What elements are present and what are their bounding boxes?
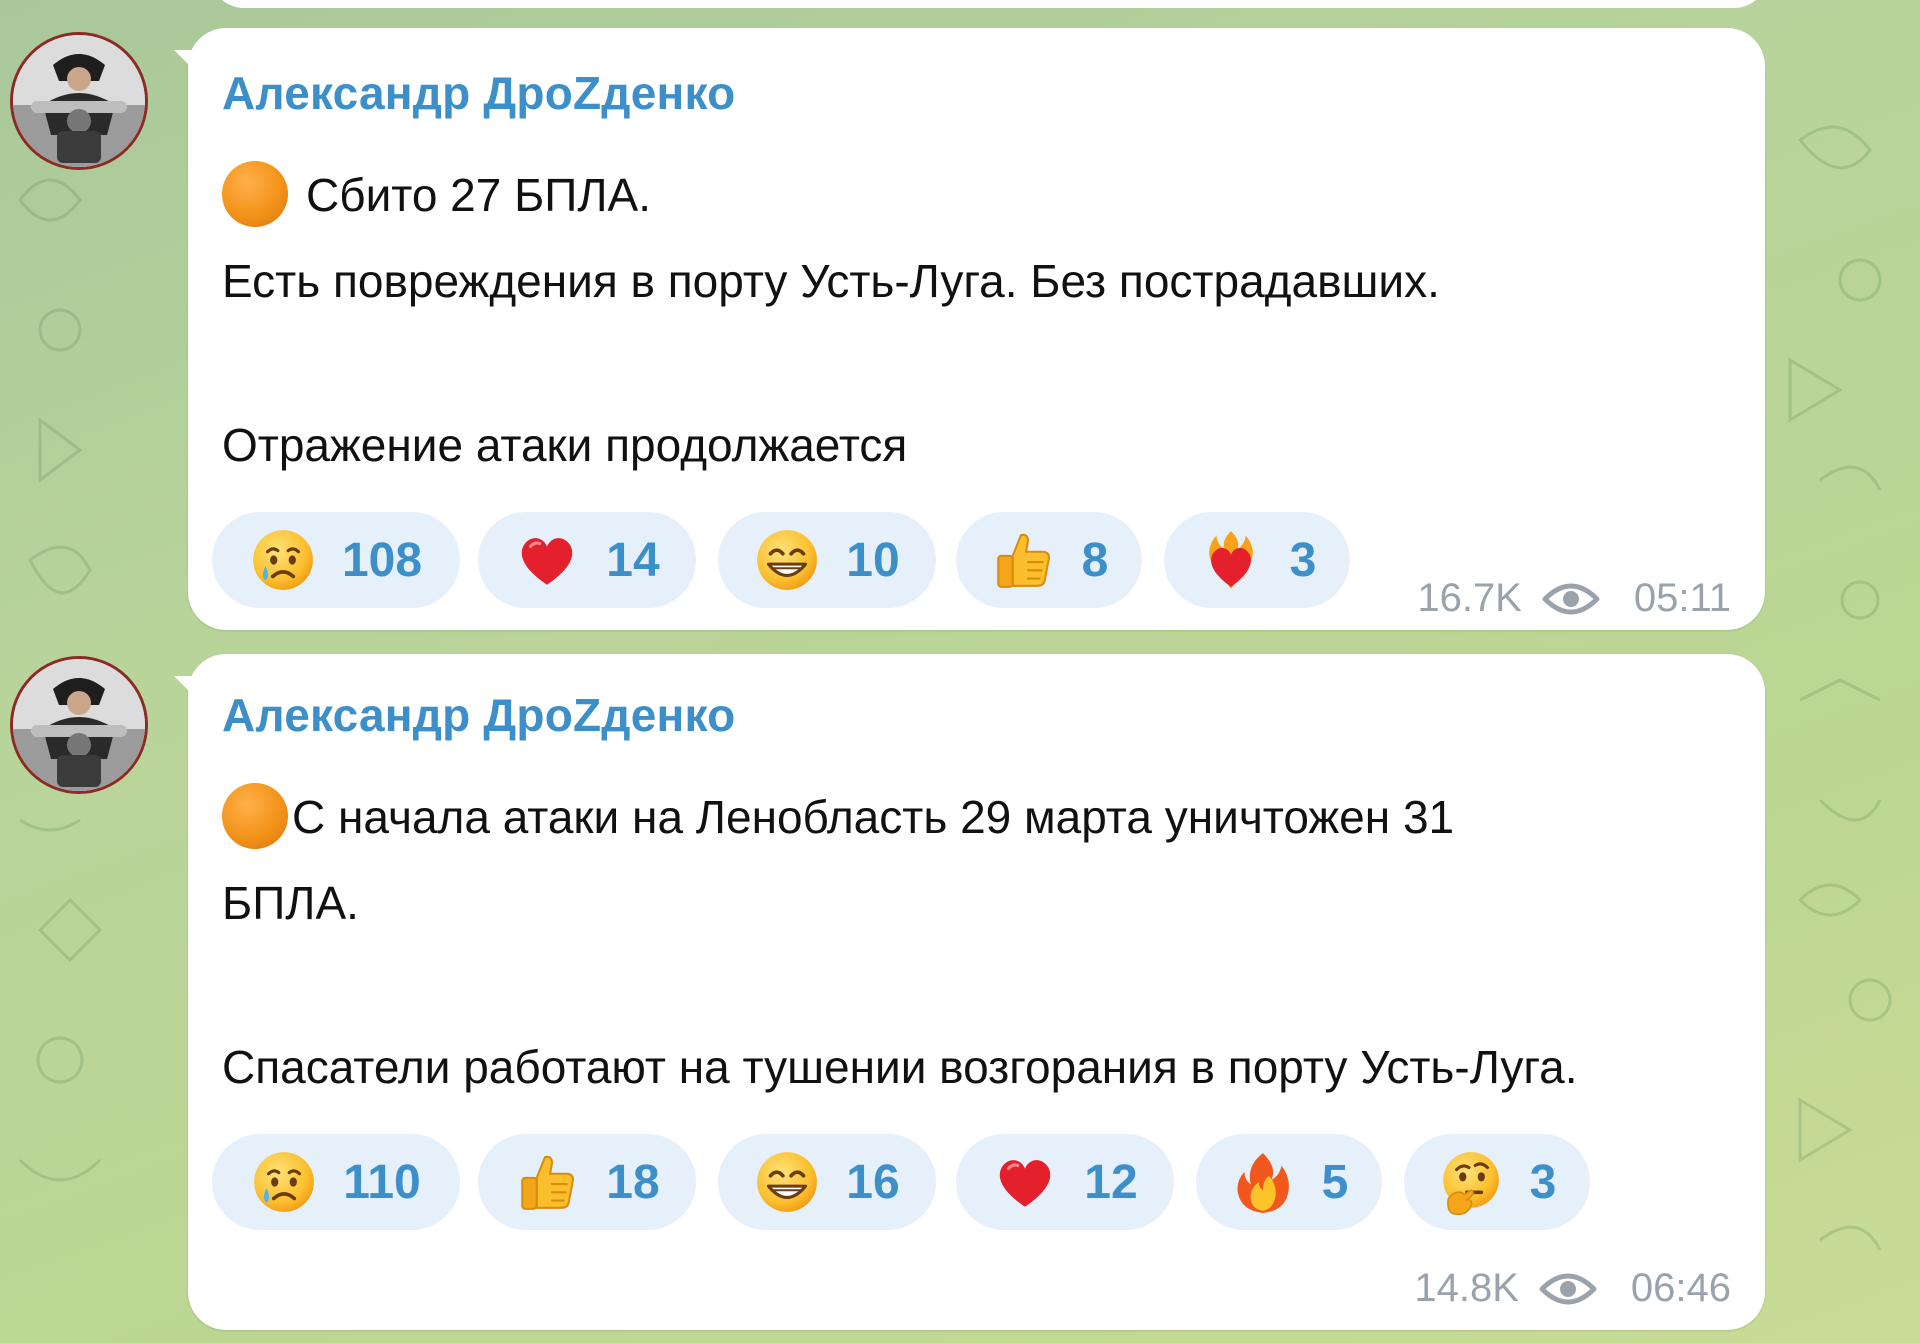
- reaction-count: 16: [846, 1155, 900, 1209]
- grinning-face-icon: [754, 527, 820, 593]
- reaction-count: 3: [1529, 1155, 1557, 1209]
- reaction-button[interactable]: 16: [718, 1134, 936, 1230]
- reaction-count: 8: [1081, 533, 1109, 587]
- bubble-tail: [174, 676, 204, 706]
- message-text-line: Спасатели работают на тушении возгорания…: [222, 1041, 1578, 1093]
- crying-face-icon: [251, 1149, 317, 1215]
- eye-icon: [1539, 1269, 1597, 1309]
- channel-avatar[interactable]: [10, 32, 148, 170]
- reaction-button[interactable]: 110: [212, 1134, 460, 1230]
- reaction-count: 110: [343, 1155, 421, 1209]
- message-time: 06:46: [1630, 1266, 1731, 1310]
- reaction-button[interactable]: 8: [956, 512, 1142, 608]
- reaction-count: 108: [341, 533, 423, 587]
- previous-message-bubble-edge: [210, 0, 1768, 8]
- message-text-line: Отражение атаки продолжается: [222, 419, 908, 471]
- reaction-button[interactable]: 108: [212, 512, 460, 608]
- reaction-count: 18: [606, 1155, 660, 1209]
- reaction-button[interactable]: 3: [1404, 1134, 1590, 1230]
- reaction-count: 3: [1289, 533, 1317, 587]
- message-meta: 16.7K 05:11: [1417, 576, 1731, 621]
- reaction-button[interactable]: 14: [478, 512, 696, 608]
- thinking-face-icon: [1438, 1149, 1504, 1215]
- message-time: 05:11: [1633, 576, 1731, 620]
- heart-on-fire-icon: [1198, 527, 1264, 593]
- avatar-image: [13, 35, 145, 167]
- thumbs-up-icon: [514, 1149, 580, 1215]
- reaction-count: 5: [1321, 1155, 1349, 1209]
- channel-avatar[interactable]: [10, 656, 148, 794]
- grinning-face-icon: [754, 1149, 820, 1215]
- message-text-line: Сбито 27 БПЛА.: [222, 161, 652, 232]
- reaction-count: 10: [846, 533, 900, 587]
- reaction-button[interactable]: 18: [478, 1134, 696, 1230]
- message-text: Сбито 27 БПЛА.: [306, 169, 652, 222]
- reaction-button[interactable]: 10: [718, 512, 936, 608]
- red-heart-icon: [514, 527, 580, 593]
- avatar-image: [13, 659, 145, 791]
- message-author[interactable]: Александр ДроZденко: [222, 688, 735, 742]
- orange-circle-icon: [222, 161, 288, 227]
- message-meta: 14.8K 06:46: [1414, 1266, 1731, 1311]
- message-bubble: Александр ДроZденко Сбито 27 БПЛА. Есть …: [174, 28, 1765, 630]
- message-text-line: Есть повреждения в порту Усть-Луга. Без …: [222, 255, 1440, 307]
- message-author[interactable]: Александр ДроZденко: [222, 66, 735, 120]
- crying-face-icon: [250, 527, 316, 593]
- orange-circle-icon: [222, 783, 288, 849]
- red-heart-icon: [992, 1149, 1058, 1215]
- reaction-count: 14: [606, 533, 660, 587]
- reaction-button[interactable]: 12: [956, 1134, 1174, 1230]
- thumbs-up-icon: [990, 527, 1056, 593]
- view-count: 14.8K: [1414, 1266, 1519, 1310]
- fire-icon: [1230, 1149, 1296, 1215]
- view-count: 16.7K: [1417, 576, 1522, 620]
- eye-icon: [1542, 579, 1600, 619]
- message-bubble: Александр ДроZденко С начала атаки на Ле…: [174, 654, 1765, 1330]
- bubble-tail: [174, 50, 204, 80]
- message-text-line: С начала атаки на Ленобласть 29 марта ун…: [222, 783, 1455, 854]
- message-text-line: БПЛА.: [222, 877, 359, 929]
- reaction-button[interactable]: 3: [1164, 512, 1350, 608]
- message-text: С начала атаки на Ленобласть 29 марта ун…: [292, 791, 1455, 844]
- reaction-count: 12: [1084, 1155, 1138, 1209]
- reaction-button[interactable]: 5: [1196, 1134, 1382, 1230]
